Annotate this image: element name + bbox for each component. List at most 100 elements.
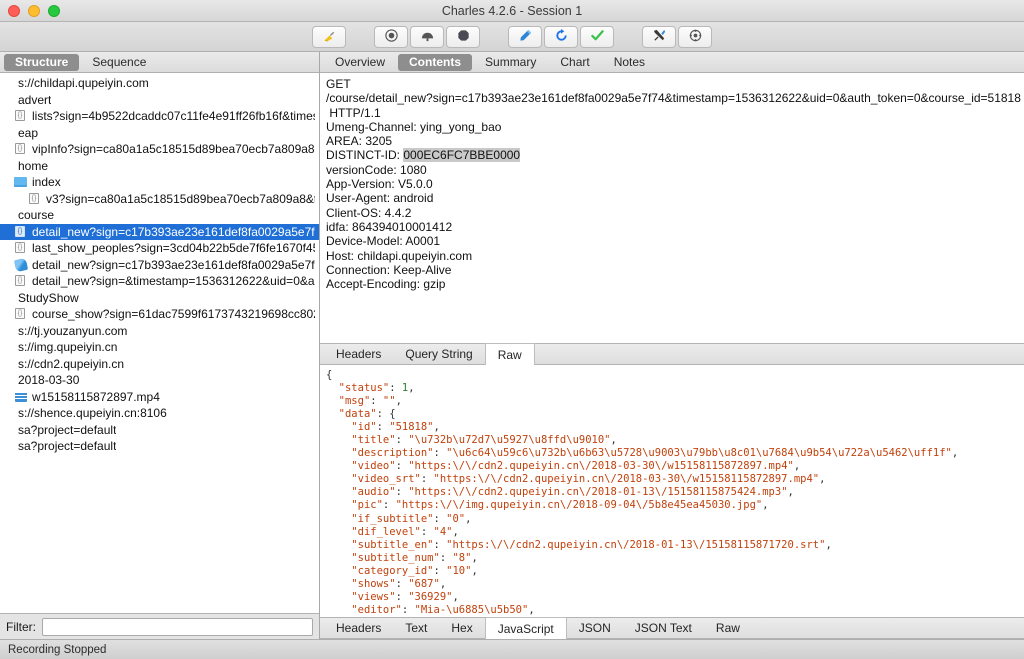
request-document-icon: {} <box>14 143 28 155</box>
clear-button[interactable] <box>312 25 346 48</box>
request-document-icon: {} <box>14 308 28 320</box>
tree-node-icon <box>0 127 14 139</box>
tab-query-string[interactable]: Query String <box>393 344 484 364</box>
folder-icon <box>14 176 28 188</box>
tree-row[interactable]: sa?project=default <box>0 422 319 439</box>
response-body-line: "data": { <box>338 408 396 421</box>
tab-contents[interactable]: Contents <box>398 53 473 71</box>
detail-tabs: Overview Contents Summary Chart Notes <box>320 52 1024 73</box>
request-subtabs: Headers Query String Raw <box>320 343 1024 365</box>
tree-row[interactable]: advert <box>0 92 319 109</box>
request-header-line: Connection: Keep-Alive <box>326 262 452 277</box>
response-body-line: "shows": "687", <box>351 577 447 590</box>
request-header-line: idfa: 864394010001412 <box>326 219 453 234</box>
request-header-line: App-Version: V5.0.0 <box>326 177 433 192</box>
tab-text[interactable]: Text <box>393 618 439 638</box>
tab-hex[interactable]: Hex <box>439 618 484 638</box>
left-panel: Structure Sequence s://childapi.qupeiyin.… <box>0 52 320 639</box>
response-body-view[interactable]: { "status": 1, "msg": "", "data": { "id"… <box>320 365 1024 617</box>
tree-row[interactable]: {} last_show_peoples?sign=3cd04b22b5de7f6… <box>0 240 319 257</box>
tree-row[interactable]: {} detail_new?sign=&timestamp=1536312622&… <box>0 273 319 290</box>
tree-row[interactable]: s://shence.qupeiyin.cn:8106 <box>0 405 319 422</box>
response-body-line: "editor": "Mia-\u6885\u5b50", <box>351 603 535 616</box>
request-raw-view[interactable]: GET/course/detail_new?sign=c17b393ae23e1… <box>320 73 1024 343</box>
status-bar: Recording Stopped <box>0 639 1024 659</box>
tree-row-label: s://shence.qupeiyin.cn:8106 <box>18 406 167 421</box>
tree-row[interactable]: {} detail_new?sign=c17b393ae23e161def8fa0… <box>0 223 319 240</box>
tab-headers[interactable]: Headers <box>324 344 393 364</box>
request-document-icon: {} <box>28 192 42 205</box>
repeat-button[interactable] <box>544 25 578 48</box>
request-header-line: Device-Model: A0001 <box>326 234 441 249</box>
tree-row[interactable]: eap <box>0 125 319 142</box>
settings-button[interactable] <box>678 25 712 48</box>
tree-node-icon <box>0 209 14 221</box>
tree-row[interactable]: 2018-03-30 <box>0 372 319 389</box>
request-document-icon: {} <box>14 242 28 254</box>
tree-row-label: detail_new?sign=&timestamp=1536312622&ui… <box>32 274 315 289</box>
response-body-line: { <box>326 369 333 381</box>
tree-row[interactable]: StudyShow <box>0 290 319 307</box>
request-header-line: Host: childapi.qupeiyin.com <box>326 248 473 263</box>
tree-row-label: lists?sign=4b9522dcaddc07c11fe4e91ff26fb… <box>32 109 315 124</box>
start-recording-button[interactable] <box>374 25 408 48</box>
tree-row[interactable]: {} vipInfo?sign=ca80a1a5c18515d89bea70ecb… <box>0 141 319 158</box>
checkmark-icon <box>590 28 605 46</box>
tab-raw[interactable]: Raw <box>704 618 752 638</box>
tools-button[interactable] <box>642 25 676 48</box>
filter-input[interactable] <box>42 617 313 636</box>
tree-row[interactable]: s://childapi.qupeiyin.com <box>0 75 319 92</box>
throttle-icon <box>420 28 435 46</box>
tree-node-icon <box>0 440 14 452</box>
video-file-icon <box>14 391 28 403</box>
validate-button[interactable] <box>580 25 614 48</box>
tab-sequence[interactable]: Sequence <box>81 54 157 71</box>
tab-json[interactable]: JSON <box>567 618 623 638</box>
tab-chart[interactable]: Chart <box>549 54 600 71</box>
tab-notes[interactable]: Notes <box>603 54 656 71</box>
tree-row[interactable]: {} v3?sign=ca80a1a5c18515d89bea70ecb7a809… <box>0 191 319 208</box>
tree-row[interactable]: s://tj.youzanyun.com <box>0 323 319 340</box>
tree-row[interactable]: {} lists?sign=4b9522dcaddc07c11fe4e91ff26… <box>0 108 319 125</box>
throttle-button[interactable] <box>410 25 444 48</box>
response-body-line: "description": "\u6c64\u59c6\u732b\u6b63… <box>351 447 959 460</box>
window-title: Charles 4.2.6 - Session 1 <box>441 3 583 18</box>
request-header-line: AREA: 3205 <box>326 134 393 149</box>
tree-row[interactable]: course <box>0 207 319 224</box>
response-body-line: "audio": "https:\/\/cdn2.qupeiyin.cn\/20… <box>351 486 794 499</box>
tab-json-text[interactable]: JSON Text <box>623 618 704 638</box>
filter-bar: Filter: <box>0 613 319 639</box>
tree-row[interactable]: s://cdn2.qupeiyin.cn <box>0 356 319 373</box>
refresh-icon <box>554 28 569 46</box>
tab-headers[interactable]: Headers <box>324 618 393 638</box>
tree-row[interactable]: sa?project=default <box>0 438 319 455</box>
tree-row-label: course_show?sign=61dac7599f6173743219698… <box>32 307 315 322</box>
compose-button[interactable] <box>508 25 542 48</box>
response-body-line: "title": "\u732b\u72d7\u5927\u8ffd\u9010… <box>351 434 617 447</box>
toolbar <box>0 22 1024 52</box>
tab-overview[interactable]: Overview <box>324 54 396 71</box>
tree-row-label: course <box>18 208 55 223</box>
tree-row[interactable]: index <box>0 174 319 191</box>
tree-node-icon <box>0 325 14 337</box>
response-body-line: "pic": "https:\/\/img.qupeiyin.cn\/2018-… <box>351 499 769 512</box>
request-document-icon: {} <box>14 275 28 287</box>
tree-row[interactable]: {} course_show?sign=61dac7599f61737432196… <box>0 306 319 323</box>
tab-structure[interactable]: Structure <box>4 53 80 71</box>
response-body-line: "subtitle_num": "8", <box>351 551 478 564</box>
tree-row-label: v3?sign=ca80a1a5c18515d89bea70ecb7a809a8… <box>46 191 315 206</box>
tree-node-icon <box>0 292 14 304</box>
tree-row-label: s://tj.youzanyun.com <box>18 323 128 338</box>
tab-javascript[interactable]: JavaScript <box>484 617 567 639</box>
tree-row[interactable]: s://img.qupeiyin.cn <box>0 339 319 356</box>
request-header-name: DISTINCT-ID: <box>326 148 404 163</box>
session-tree[interactable]: s://childapi.qupeiyin.com advert {} lists?s… <box>0 73 319 613</box>
tree-row[interactable]: home <box>0 158 319 175</box>
tab-summary[interactable]: Summary <box>474 54 547 71</box>
breakpoints-button[interactable] <box>446 25 480 48</box>
tree-row[interactable]: w15158115872897.mp4 <box>0 389 319 406</box>
tree-row[interactable]: detail_new?sign=c17b393ae23e161def8fa002… <box>0 257 319 274</box>
filter-label: Filter: <box>6 619 36 634</box>
tree-row-label: advert <box>18 92 52 107</box>
tab-raw[interactable]: Raw <box>484 343 535 365</box>
